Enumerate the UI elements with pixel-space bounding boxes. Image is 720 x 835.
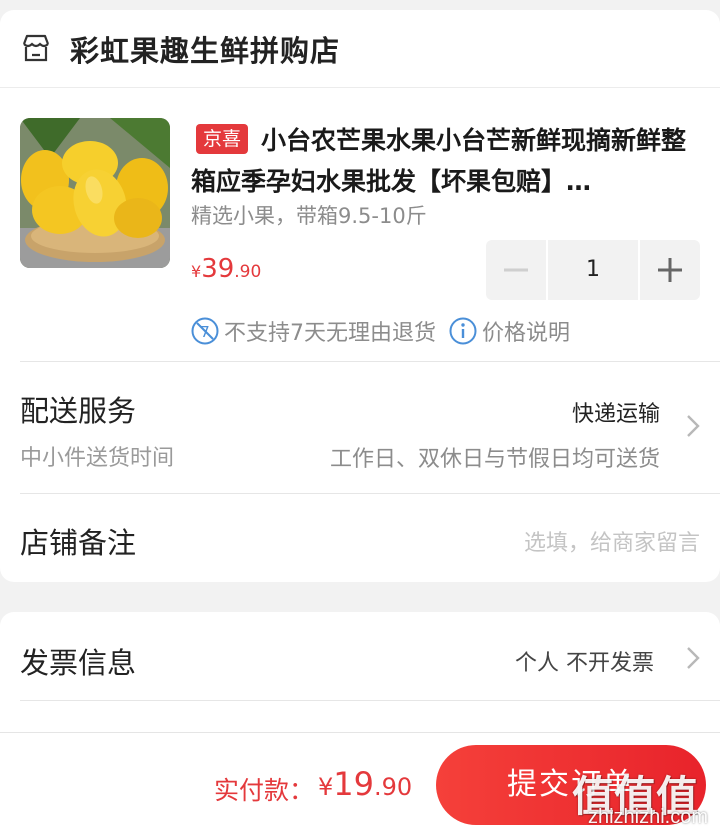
shop-remark-input[interactable]: 选填，给商家留言 <box>524 525 700 557</box>
product-price: ¥39.90 <box>191 254 261 284</box>
product-spec: 精选小果，带箱9.5-10斤 <box>191 204 427 228</box>
no-return-icon: 7 <box>191 317 219 345</box>
shop-header[interactable]: 彩虹果趣生鲜拼购店 <box>0 10 720 88</box>
pay-decimal: .90 <box>374 773 413 801</box>
price-currency: ¥ <box>191 262 202 281</box>
product-image[interactable] <box>20 118 170 268</box>
price-integer: 39 <box>201 254 235 284</box>
divider <box>20 700 720 701</box>
chevron-right-icon <box>687 647 700 669</box>
divider <box>20 361 720 362</box>
invoice-title: 发票信息 <box>20 646 137 680</box>
invoice-value: 个人 不开发票 <box>515 651 654 676</box>
price-info-link[interactable]: 价格说明 <box>482 315 570 347</box>
product-title[interactable]: 小台农芒果水果小台芒新鲜现摘新鲜整箱应季孕妇水果批发【坏果包赔】… <box>191 120 691 202</box>
delivery-method: 快递运输 <box>571 402 660 427</box>
mango-photo <box>20 118 170 268</box>
quantity-stepper: 1 <box>486 240 700 300</box>
chevron-right-icon <box>687 415 700 437</box>
store-icon <box>22 34 50 62</box>
shop-name[interactable]: 彩虹果趣生鲜拼购店 <box>70 28 340 70</box>
quantity-input[interactable]: 1 <box>548 240 638 300</box>
delivery-subtitle: 中小件送货时间 <box>20 446 175 471</box>
pay-label: 实付款： <box>214 776 315 805</box>
divider <box>20 493 720 494</box>
plus-icon <box>658 258 682 282</box>
pay-integer: 19 <box>333 765 374 803</box>
delivery-schedule: 工作日、双休日与节假日均可送货 <box>329 447 660 472</box>
pay-currency: ¥ <box>318 773 334 801</box>
minus-icon <box>504 268 528 272</box>
pay-amount: ¥19.90 <box>318 765 412 803</box>
price-decimal: .90 <box>234 262 262 282</box>
jingxi-badge: 京喜 <box>196 124 249 154</box>
quantity-increase-button[interactable] <box>640 240 700 300</box>
info-icon[interactable] <box>448 316 478 346</box>
delivery-title: 配送服务 <box>20 394 137 428</box>
no-return-text: 不支持7天无理由退货 <box>224 321 436 346</box>
shop-remark-title: 店铺备注 <box>20 526 137 560</box>
watermark: 值值值 zhizhizhi.com <box>552 743 712 831</box>
quantity-decrease-button[interactable] <box>486 240 546 300</box>
watermark-url: zhizhizhi.com <box>587 806 708 828</box>
shop-order-card: 彩虹果趣生鲜拼购店 小台农芒果水果小台芒新鲜现摘新鲜整箱应季孕妇水果批发【坏果包… <box>0 10 720 582</box>
product-notices: 7 不支持7天无理由退货 价格说明 <box>190 315 570 347</box>
